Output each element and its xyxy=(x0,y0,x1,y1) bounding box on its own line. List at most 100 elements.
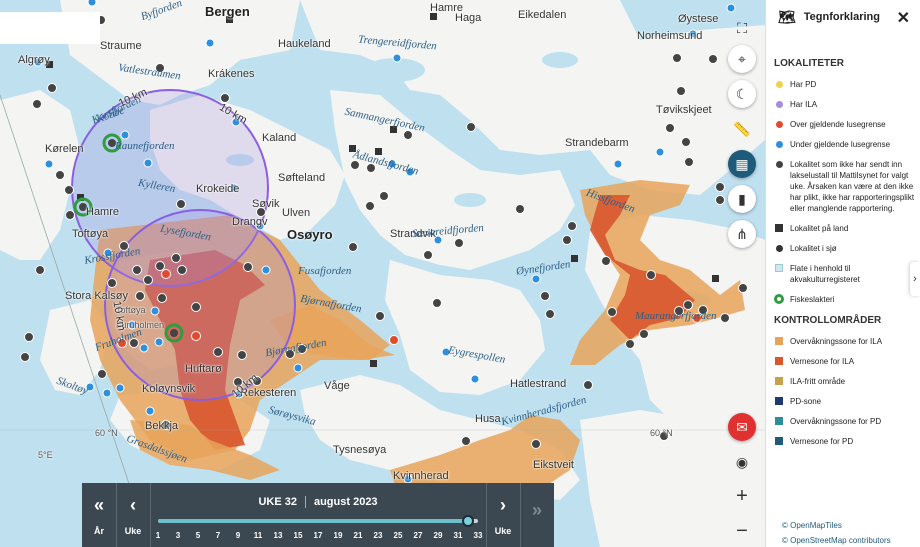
place-label: Krokeide xyxy=(196,183,240,195)
week-slider-thumb[interactable] xyxy=(462,515,474,527)
legend-item: Har ILA xyxy=(766,99,920,110)
week-tick: 5 xyxy=(195,531,201,540)
eye-button[interactable]: ◉ xyxy=(728,448,756,476)
place-label: Husa xyxy=(475,413,501,425)
week-tick: 17 xyxy=(313,531,323,540)
place-label: Eikedalen xyxy=(518,9,567,21)
fullscreen-icon: ⛶ xyxy=(737,19,747,36)
place-label: Strandebarm xyxy=(565,137,629,149)
locate-button[interactable]: ⌖ xyxy=(728,45,756,73)
map-base-layer xyxy=(0,0,765,547)
square-icon xyxy=(774,336,784,346)
legend-zone-label: Vernesone for ILA xyxy=(790,357,855,366)
place-label: Eikstveit xyxy=(533,459,574,471)
place-label: Huftarø xyxy=(185,363,222,375)
legend-item: Flate i henhold til akvakulturregisteret xyxy=(766,263,920,285)
place-label: Tøvikskjeet xyxy=(656,104,712,116)
week-tick: 29 xyxy=(433,531,443,540)
place-label: Kaland xyxy=(262,132,297,144)
legend-zones-list: Overvåkningssone for ILA Vernesone for IL… xyxy=(766,336,920,447)
collapse-legend-handle[interactable]: › xyxy=(910,262,920,296)
place-label: Bergen xyxy=(205,4,250,19)
attribution: © OpenMapTiles © OpenStreetMap contribut… xyxy=(782,518,891,547)
legend-item: Fiskeslakteri xyxy=(766,294,920,305)
fullscreen-button[interactable]: ⛶ xyxy=(728,14,756,42)
week-tick: 25 xyxy=(393,531,403,540)
grid-label: 60 °N xyxy=(95,428,118,438)
time-slider-panel: « År ‹ Uke UKE 32 august 2023 1 3 5 7 9 11 13 15… xyxy=(82,483,554,547)
attribution-openstreetmap[interactable]: © OpenStreetMap contributors xyxy=(782,533,891,547)
place-label: Kørelen xyxy=(45,143,84,155)
legend-zone-label: Vernesone for PD xyxy=(790,437,854,446)
square-icon xyxy=(774,436,784,446)
zoom-in-button[interactable]: + xyxy=(728,482,756,510)
dot-icon xyxy=(774,139,784,149)
legend-item-label: Har ILA xyxy=(790,100,818,109)
week-tick: 13 xyxy=(273,531,283,540)
place-label: Ulven xyxy=(282,207,311,219)
place-label: Osøyro xyxy=(287,227,333,242)
legend-item-label: Lokalitet som ikke har sendt inn lakselu… xyxy=(790,160,915,213)
next-year-button[interactable]: » xyxy=(520,483,554,547)
legend-item: Har PD xyxy=(766,79,920,90)
square-icon xyxy=(774,376,784,386)
legend-zone-item: Vernesone for ILA xyxy=(766,356,920,367)
month-label: august 2023 xyxy=(313,496,378,508)
theme-moon-button[interactable]: ☾ xyxy=(728,80,756,108)
grid-label: 5°E xyxy=(38,450,53,460)
close-icon[interactable]: ✕ xyxy=(897,8,910,28)
ruler-button[interactable]: 📏 xyxy=(728,115,756,143)
double-chevron-right-icon: » xyxy=(531,499,542,520)
dot-icon xyxy=(774,99,784,109)
dot-icon xyxy=(774,159,784,169)
place-label: Krákenes xyxy=(208,68,255,80)
week-tick: 11 xyxy=(253,531,263,540)
eye-icon: ◉ xyxy=(735,453,749,470)
map-layers-button[interactable]: ▦ xyxy=(728,150,756,178)
place-label: Hatlestrand xyxy=(510,378,567,390)
place-label: Haga xyxy=(455,12,482,24)
bookmark-button[interactable]: ▮ xyxy=(728,185,756,213)
place-label: Søvik xyxy=(252,198,280,210)
legend-item-label: Under gjeldende lusegrense xyxy=(790,140,891,149)
chevron-right-icon: › xyxy=(500,494,506,515)
legend-zone-item: Overvåkningssone for ILA xyxy=(766,336,920,347)
prev-year-label: År xyxy=(93,525,104,536)
mail-icon: ✉ xyxy=(736,418,748,435)
prev-week-label: Uke xyxy=(124,525,142,536)
search-box[interactable] xyxy=(0,12,100,44)
week-slider-fill xyxy=(158,519,468,523)
place-label: Tysnesøya xyxy=(333,444,387,456)
legend-zone-label: Overvåkningssone for PD xyxy=(790,417,882,426)
zoom-out-icon: − xyxy=(736,519,748,542)
legend-panel: 🗺 Tegnforklaring ✕ LOKALITETER Har PD Har… xyxy=(765,0,920,547)
prev-week-button[interactable]: ‹ Uke xyxy=(116,483,150,547)
legend-item: Lokalitet på land xyxy=(766,223,920,234)
dot-icon xyxy=(774,243,784,253)
place-label: Toftøya xyxy=(72,228,109,240)
attribution-openmaptiles[interactable]: © OpenMapTiles xyxy=(782,518,891,533)
next-week-button[interactable]: › Uke xyxy=(486,483,520,547)
place-label: Straume xyxy=(100,40,142,52)
map-canvas[interactable]: Bergen Straume Krákenes Haukeland Hamre Haga E… xyxy=(0,0,765,547)
legend-zone-label: ILA-fritt område xyxy=(790,377,846,386)
week-tick: 27 xyxy=(413,531,423,540)
week-tick: 7 xyxy=(215,531,221,540)
legend-zone-item: Overvåkningssone for PD xyxy=(766,416,920,427)
place-label: Drangv xyxy=(232,216,268,228)
square-icon xyxy=(774,223,784,233)
square-icon xyxy=(774,356,784,366)
prev-year-button[interactable]: « År xyxy=(82,483,116,547)
dot-icon xyxy=(774,79,784,89)
legend-section-localities: LOKALITETER xyxy=(774,58,844,69)
place-label: Hamre xyxy=(86,206,120,218)
zoom-out-button[interactable]: − xyxy=(728,517,756,545)
legend-item-label: Har PD xyxy=(790,80,817,89)
share-button[interactable]: ⋔ xyxy=(728,220,756,248)
week-slider-track[interactable] xyxy=(158,515,478,527)
week-tick: 19 xyxy=(333,531,343,540)
week-tick: 15 xyxy=(293,531,303,540)
legend-item: Over gjeldende lusegrense xyxy=(766,119,920,130)
place-label: Våge xyxy=(324,380,350,392)
mail-button[interactable]: ✉ xyxy=(728,413,756,441)
